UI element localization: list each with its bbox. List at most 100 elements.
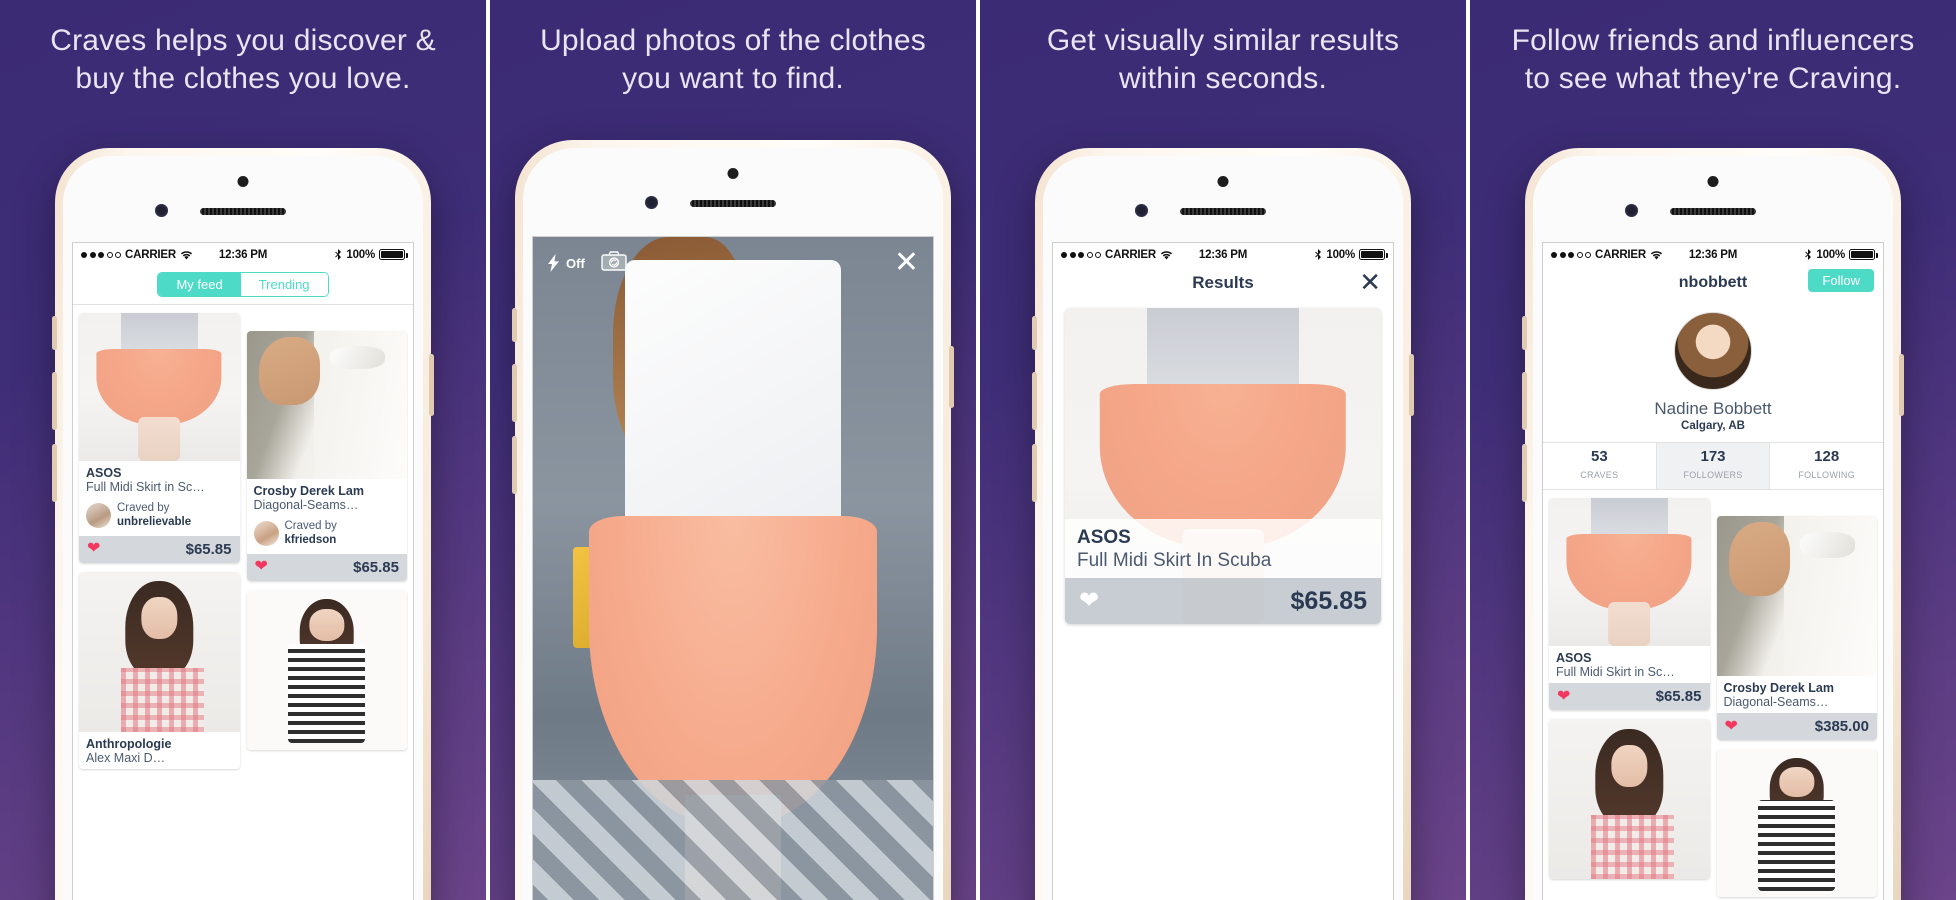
battery-icon xyxy=(379,249,409,260)
front-camera xyxy=(645,196,658,209)
clock-label: 12:36 PM xyxy=(1688,248,1738,261)
product-image: ASOS Full Midi Skirt In Scuba ❤ $65.85 xyxy=(1065,308,1381,624)
card-brand: ASOS xyxy=(1556,651,1592,665)
proximity-sensor xyxy=(1217,176,1229,187)
phone-screen-1: CARRIER 12:36 PM 100% My feed Trending A… xyxy=(72,242,414,900)
profile-handle: nbobbett xyxy=(1678,274,1748,291)
profile-avatar xyxy=(1674,312,1752,390)
result-price-bar: ❤ $65.85 xyxy=(1065,578,1381,624)
wifi-icon xyxy=(1160,250,1173,259)
price-bar: ❤ $385.00 xyxy=(1716,713,1877,741)
price-bar: ❤ $65.85 xyxy=(246,553,407,581)
tab-trending[interactable]: Trending xyxy=(240,273,328,296)
clock-label: 12:36 PM xyxy=(1198,248,1248,261)
iphone-mockup-1: CARRIER 12:36 PM 100% My feed Trending A… xyxy=(52,148,434,900)
profile-card-asos[interactable]: ASOS Full Midi Skirt in Sc… ❤ $65.85 xyxy=(1549,498,1710,711)
heart-icon[interactable]: ❤ xyxy=(255,559,268,575)
card-brand: Crosby Derek Lam xyxy=(1723,681,1834,695)
follow-button[interactable]: Follow xyxy=(1808,269,1874,292)
product-image xyxy=(1716,749,1877,898)
earpiece-speaker xyxy=(690,200,776,207)
product-image xyxy=(79,571,240,732)
product-image xyxy=(1716,516,1877,676)
feed-card-crosby[interactable]: Crosby Derek Lam Diagonal-Seams… Craved … xyxy=(246,331,407,581)
profile-full-name: Nadine Bobbett xyxy=(1654,399,1772,418)
wifi-icon xyxy=(1650,250,1663,259)
battery-percent-label: 100% xyxy=(1816,248,1846,261)
stat-label: CRAVES xyxy=(1580,470,1619,480)
product-image xyxy=(246,331,407,479)
panel-results: Get visually similar results within secon… xyxy=(976,0,1466,900)
proximity-sensor xyxy=(1707,176,1719,187)
result-product-name: Full Midi Skirt In Scuba xyxy=(1077,550,1272,571)
earpiece-speaker xyxy=(1670,208,1756,215)
profile-card-stripes[interactable] xyxy=(1716,749,1877,898)
stat-value: 53 xyxy=(1590,448,1608,465)
app-store-screenshot-strip: Craves helps you discover & buy the cloth… xyxy=(0,0,1956,900)
close-icon[interactable]: ✕ xyxy=(1359,269,1381,295)
card-price: $65.85 xyxy=(185,540,232,558)
profile-card-model[interactable] xyxy=(1549,719,1710,880)
camera-viewfinder[interactable]: Off ✕ xyxy=(533,237,933,900)
heart-icon[interactable]: ❤ xyxy=(1079,589,1099,613)
status-bar: CARRIER 12:36 PM 100% xyxy=(1053,243,1393,266)
craved-by-row[interactable]: Craved by unbrelievable xyxy=(79,498,240,536)
card-price: $65.85 xyxy=(353,558,399,576)
carrier-label: CARRIER xyxy=(1105,248,1156,261)
card-price: $385.00 xyxy=(1814,718,1869,736)
earpiece-speaker xyxy=(1180,208,1266,215)
craved-by-row[interactable]: Craved by kfriedson xyxy=(246,516,407,554)
product-image xyxy=(79,313,240,461)
battery-percent-label: 100% xyxy=(346,248,376,261)
panel-2-headline: Upload photos of the clothes you want to … xyxy=(540,24,926,95)
craved-by-username: unbrelievable xyxy=(117,515,192,528)
feed-segmented-control[interactable]: My feed Trending xyxy=(73,266,413,304)
signal-dots-icon xyxy=(1061,251,1101,258)
front-camera xyxy=(155,204,168,217)
bluetooth-icon xyxy=(335,249,342,260)
profile-navbar: nbobbett Follow xyxy=(1543,266,1883,300)
tab-my-feed[interactable]: My feed xyxy=(158,273,241,296)
flash-state-label: Off xyxy=(566,255,585,271)
feed-card-stripes[interactable] xyxy=(246,589,407,750)
iphone-mockup-4: CARRIER 12:36 PM 100% nbobbett Follow Na… xyxy=(1522,148,1904,900)
result-price: $65.85 xyxy=(1290,586,1367,615)
flash-toggle[interactable]: Off xyxy=(547,254,585,272)
stat-followers[interactable]: 173 FOLLOWERS xyxy=(1655,443,1771,489)
panel-4-headline: Follow friends and influencers to see wha… xyxy=(1511,24,1915,95)
battery-icon xyxy=(1359,249,1389,260)
close-icon[interactable]: ✕ xyxy=(894,248,919,278)
flip-camera-icon[interactable] xyxy=(601,250,627,276)
craved-by-label: Craved by xyxy=(117,502,170,515)
product-image xyxy=(1549,498,1710,646)
panel-camera: Upload photos of the clothes you want to … xyxy=(486,0,976,900)
phone-screen-2: Off ✕ xyxy=(532,236,934,900)
craved-by-username: kfriedson xyxy=(284,533,337,546)
earpiece-speaker xyxy=(200,208,286,215)
product-image xyxy=(1549,719,1710,880)
feed-card-anthropologie[interactable]: Anthropologie Alex Maxi D… xyxy=(79,571,240,769)
signal-dots-icon xyxy=(81,251,121,258)
proximity-sensor xyxy=(727,168,739,179)
flash-icon xyxy=(548,254,559,272)
profile-card-crosby[interactable]: Crosby Derek Lam Diagonal-Seams… ❤ $385.… xyxy=(1716,516,1877,741)
profile-stats-row: 53 CRAVES 173 FOLLOWERS 128 FOLLOWING xyxy=(1543,442,1883,490)
stat-following[interactable]: 128 FOLLOWING xyxy=(1770,443,1883,489)
status-bar: CARRIER 12:36 PM 100% xyxy=(73,243,413,266)
heart-icon[interactable]: ❤ xyxy=(1557,688,1570,705)
card-product-name: Alex Maxi D… xyxy=(86,750,166,765)
heart-icon[interactable]: ❤ xyxy=(87,541,100,557)
stat-label: FOLLOWING xyxy=(1798,470,1856,480)
result-card[interactable]: ASOS Full Midi Skirt In Scuba ❤ $65.85 xyxy=(1065,308,1381,624)
stat-craves[interactable]: 53 CRAVES xyxy=(1543,443,1656,489)
feed-card-asos[interactable]: ASOS Full Midi Skirt in Sc… Craved by unb… xyxy=(79,313,240,563)
phone-screen-3: CARRIER 12:36 PM 100% Results ✕ ASOS Ful… xyxy=(1052,242,1394,900)
heart-icon[interactable]: ❤ xyxy=(1725,718,1738,735)
craved-by-label: Craved by xyxy=(284,520,337,533)
card-product-name: Full Midi Skirt in Sc… xyxy=(86,480,205,495)
panel-profile: Follow friends and influencers to see wha… xyxy=(1466,0,1956,900)
status-bar: CARRIER 12:36 PM 100% xyxy=(1543,243,1883,266)
front-camera xyxy=(1135,204,1148,217)
iphone-mockup-2: Off ✕ xyxy=(512,140,954,900)
stat-value: 173 xyxy=(1700,448,1726,465)
